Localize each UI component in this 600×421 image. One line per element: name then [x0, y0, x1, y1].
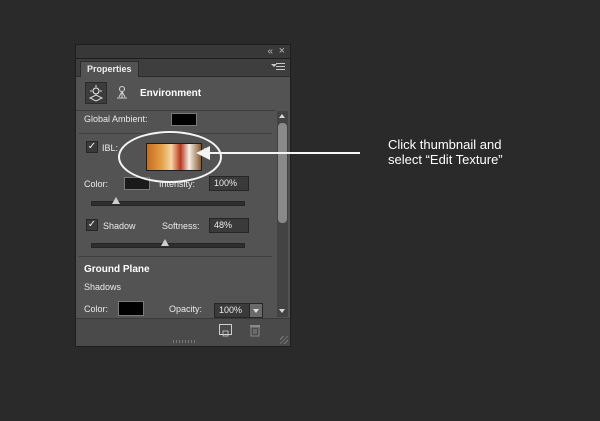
tab-properties[interactable]: Properties [80, 61, 139, 77]
softness-slider-thumb[interactable] [160, 239, 169, 246]
softness-label: Softness: [162, 221, 200, 231]
shadows-label: Shadows [84, 282, 122, 292]
shadow-checkbox[interactable]: ✓ [86, 219, 98, 231]
corner-resize-grip[interactable] [280, 336, 288, 344]
panel-section-title: Environment [140, 88, 202, 99]
global-ambient-color-swatch[interactable] [171, 113, 197, 126]
trash-icon[interactable] [249, 324, 261, 337]
scrollbar-thumb[interactable] [278, 123, 287, 223]
ibl-checkbox[interactable]: ✓ [86, 141, 98, 153]
divider [79, 256, 272, 257]
scroll-up-arrow-icon[interactable] [279, 111, 285, 118]
intensity-slider[interactable] [91, 197, 245, 206]
callout-instruction-text: Click thumbnail and select “Edit Texture… [388, 137, 503, 167]
ground-color-swatch[interactable] [118, 301, 144, 316]
panel-title-bar: « × [76, 45, 290, 59]
opacity-label: Opacity: [169, 304, 203, 314]
global-ambient-label: Global Ambient: [84, 114, 148, 124]
color-label: Color: [84, 179, 109, 189]
vertical-scrollbar[interactable] [277, 111, 288, 317]
panel-menu-icon[interactable] [271, 61, 285, 73]
close-icon[interactable]: × [279, 45, 285, 58]
panel-bottom-bar [76, 318, 290, 346]
ground-plane-heading: Ground Plane [84, 264, 150, 275]
ground-color-label: Color: [84, 304, 109, 314]
ibl-label: IBL: [102, 143, 119, 153]
new-environment-icon[interactable] [219, 324, 232, 337]
collapse-panel-icon[interactable]: « [267, 45, 273, 58]
intensity-field[interactable]: 100% [209, 176, 249, 191]
shadow-label: Shadow [103, 221, 136, 231]
environment-header: Environment [76, 79, 276, 111]
callout-line-2: select “Edit Texture” [388, 152, 503, 167]
scroll-down-arrow-icon[interactable] [279, 309, 285, 316]
environment-icon[interactable] [85, 82, 107, 104]
scene-icon[interactable] [111, 82, 133, 104]
softness-slider[interactable] [91, 239, 245, 248]
intensity-slider-thumb[interactable] [112, 197, 121, 204]
callout-arrowhead [196, 146, 210, 160]
opacity-field[interactable]: 100% [214, 303, 250, 318]
softness-field[interactable]: 48% [209, 218, 249, 233]
panel-resize-grip[interactable] [173, 340, 195, 343]
panel-tab-bar: Properties [76, 59, 290, 77]
callout-arrow-line [209, 152, 360, 154]
callout-line-1: Click thumbnail and [388, 137, 502, 152]
opacity-dropdown-button[interactable] [249, 303, 263, 318]
properties-panel: « × Properties Environment Global Ambien… [75, 44, 291, 347]
